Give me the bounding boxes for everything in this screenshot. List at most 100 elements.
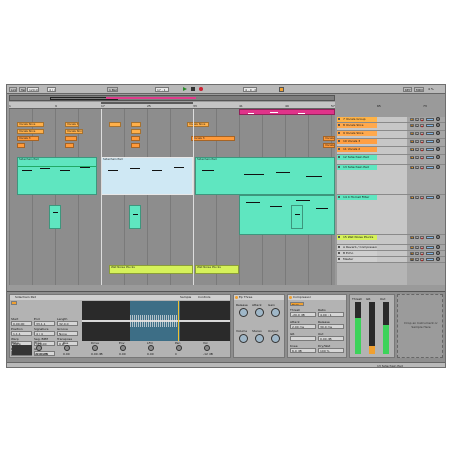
knob-value[interactable]: -12 dB: [203, 352, 229, 356]
volume-field[interactable]: [426, 117, 434, 121]
track-header[interactable]: Master: [337, 257, 407, 263]
position-field[interactable]: 17 . 1 . 1: [155, 87, 169, 92]
vocal-clip[interactable]: [131, 143, 140, 148]
parameter-knob[interactable]: [36, 345, 42, 351]
track-header[interactable]: 9 Vocals Slice: [337, 131, 407, 139]
vocal-clip[interactable]: Vocals Slice: [65, 122, 79, 127]
key-map-button[interactable]: KEY: [403, 87, 412, 92]
parameter-knob[interactable]: [148, 345, 154, 351]
vocal-clip[interactable]: [131, 129, 141, 134]
solo-button[interactable]: S: [415, 245, 419, 249]
record-icon[interactable]: [199, 87, 203, 92]
vocal-clip[interactable]: Vocals Slice: [187, 122, 209, 127]
device-knob[interactable]: [239, 308, 248, 317]
vocal-clip[interactable]: [131, 122, 141, 127]
track-header[interactable]: 13 Sidechain Pad: [337, 165, 407, 195]
volume-field[interactable]: [426, 235, 434, 239]
knob-value[interactable]: 0.00: [119, 352, 145, 356]
arm-button[interactable]: ●: [420, 131, 424, 135]
vocal-clip[interactable]: Vocals 3: [191, 136, 235, 141]
fold-icon[interactable]: [338, 252, 340, 255]
compressor-param-value[interactable]: 6.0 dB: [290, 348, 316, 353]
pan-knob[interactable]: [436, 147, 440, 152]
arm-button[interactable]: ●: [420, 155, 424, 159]
fold-icon[interactable]: [338, 166, 340, 169]
track-name[interactable]: B Echo: [337, 251, 377, 256]
sidechain-pad-clip[interactable]: Sidechain Pad: [17, 157, 97, 195]
track-name[interactable]: 8 Vocals Slice: [337, 123, 377, 128]
play-icon[interactable]: [183, 87, 187, 91]
vocal-clip[interactable]: Vocals Slice: [17, 129, 44, 134]
pad-small-clip[interactable]: [49, 205, 61, 229]
track-name[interactable]: 9 Vocals Slice: [337, 131, 377, 136]
track-activator[interactable]: M: [410, 257, 414, 261]
volume-field[interactable]: [426, 257, 434, 261]
volume-field[interactable]: [426, 147, 434, 151]
parameter-knob[interactable]: [64, 345, 70, 351]
vocal-clip[interactable]: Vocals 3: [323, 136, 335, 141]
pan-knob[interactable]: [436, 257, 440, 262]
parameter-knob[interactable]: [176, 345, 182, 351]
compressor-param-value[interactable]: 2.00 ms: [290, 324, 316, 329]
knob-value[interactable]: 0.00: [147, 352, 173, 356]
quantize-menu[interactable]: 1 Bar: [107, 87, 118, 92]
track-name[interactable]: 10 Vocals 3: [337, 139, 377, 144]
pan-knob[interactable]: [436, 245, 440, 250]
vocal-clip[interactable]: Vocals Slice: [65, 129, 83, 134]
loop-icon[interactable]: [279, 87, 284, 92]
track-name[interactable]: A Reverb / Compressor: [337, 245, 377, 250]
track-activator[interactable]: 7: [410, 117, 414, 121]
track-activator[interactable]: 10: [410, 139, 414, 143]
solo-button[interactable]: S: [415, 123, 419, 127]
warp-marker[interactable]: [178, 301, 179, 341]
fold-icon[interactable]: [338, 156, 340, 159]
vocal-clip[interactable]: [131, 136, 140, 141]
sidechain-pad-clip-selected[interactable]: Sidechain Pad: [101, 157, 193, 195]
fold-icon[interactable]: [338, 148, 340, 151]
arm-button[interactable]: ●: [420, 245, 424, 249]
pan-knob[interactable]: [436, 155, 440, 160]
compressor-param-value[interactable]: 0.00 dB: [318, 336, 344, 341]
plucks-clip[interactable]: Wet Noise Plucks: [109, 265, 193, 274]
track-name[interactable]: 11 Vocals 2: [337, 147, 377, 152]
plucks-clip[interactable]: Wet Noise Plucks: [195, 265, 239, 274]
time-signature-field[interactable]: 4 / 4: [47, 87, 56, 92]
clip-field-value[interactable]: 1.1.1: [11, 331, 32, 336]
fold-icon[interactable]: [338, 132, 340, 135]
hornet-filter-clip[interactable]: [239, 195, 335, 235]
filter-curve[interactable]: [12, 345, 32, 355]
fold-icon[interactable]: [338, 118, 340, 121]
device-knob[interactable]: [255, 334, 264, 343]
track-name[interactable]: 12 Sidechain Pad: [337, 155, 377, 160]
volume-field[interactable]: [426, 155, 434, 159]
track-name[interactable]: 14 4 Hornet Filter: [337, 195, 377, 200]
solo-button[interactable]: S: [415, 155, 419, 159]
tempo-field[interactable]: 120.00: [27, 87, 39, 92]
parameter-knob[interactable]: [120, 345, 126, 351]
device-knob[interactable]: [271, 334, 280, 343]
sidechain-pad-clip[interactable]: Sidechain Pad: [195, 157, 335, 195]
clip-tab-sample[interactable]: Sample: [180, 295, 191, 300]
fold-icon[interactable]: [338, 124, 340, 127]
track-activator[interactable]: 14: [410, 195, 414, 199]
track-name[interactable]: 7 Vocals Group: [337, 117, 377, 122]
volume-field[interactable]: [426, 195, 434, 199]
waveform-display[interactable]: [82, 301, 230, 341]
pan-knob[interactable]: [436, 117, 440, 122]
pan-knob[interactable]: [436, 131, 440, 136]
clip-activator[interactable]: [11, 301, 17, 305]
arm-button[interactable]: ●: [420, 165, 424, 169]
volume-field[interactable]: [426, 123, 434, 127]
compressor-param-value[interactable]: 100 %: [318, 348, 344, 353]
clip-field-value[interactable]: 4 / 4: [34, 331, 55, 336]
solo-button[interactable]: S: [415, 165, 419, 169]
track-activator[interactable]: 11: [410, 147, 414, 151]
pan-knob[interactable]: [436, 123, 440, 128]
compressor-mode[interactable]: Peak: [290, 302, 304, 306]
compressor-param-value[interactable]: 30.0 ms: [318, 324, 344, 329]
volume-field[interactable]: [426, 245, 434, 249]
pan-knob[interactable]: [436, 139, 440, 144]
clip-field-value[interactable]: 33.1.1: [34, 321, 55, 326]
track-name[interactable]: 13 Sidechain Pad: [337, 165, 377, 170]
pan-knob[interactable]: [436, 235, 440, 240]
